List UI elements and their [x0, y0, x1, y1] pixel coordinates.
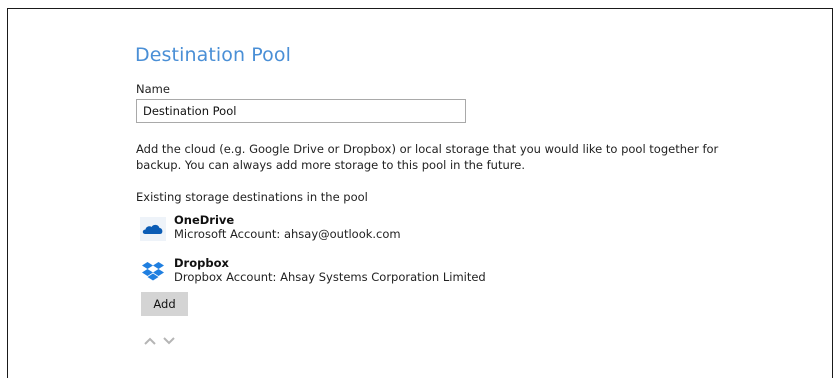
move-down-icon[interactable]	[163, 330, 175, 345]
name-label: Name	[136, 82, 170, 96]
pool-description: Add the cloud (e.g. Google Drive or Drop…	[136, 142, 719, 172]
add-button[interactable]: Add	[141, 292, 188, 316]
page-title: Destination Pool	[135, 44, 291, 66]
destination-account: Microsoft Account: ahsay@outlook.com	[174, 227, 401, 241]
dropbox-icon	[140, 260, 166, 284]
destination-item-dropbox[interactable]: Dropbox Dropbox Account: Ahsay Systems C…	[140, 256, 560, 286]
destination-item-onedrive[interactable]: OneDrive Microsoft Account: ahsay@outloo…	[140, 213, 560, 243]
move-up-icon[interactable]	[144, 330, 156, 345]
onedrive-icon	[140, 217, 166, 241]
window-frame	[7, 8, 833, 378]
destination-account: Dropbox Account: Ahsay Systems Corporati…	[174, 270, 486, 284]
existing-destinations-label: Existing storage destinations in the poo…	[136, 190, 368, 204]
name-input[interactable]	[136, 99, 466, 123]
destination-name: OneDrive	[174, 213, 235, 227]
destination-name: Dropbox	[174, 256, 229, 270]
